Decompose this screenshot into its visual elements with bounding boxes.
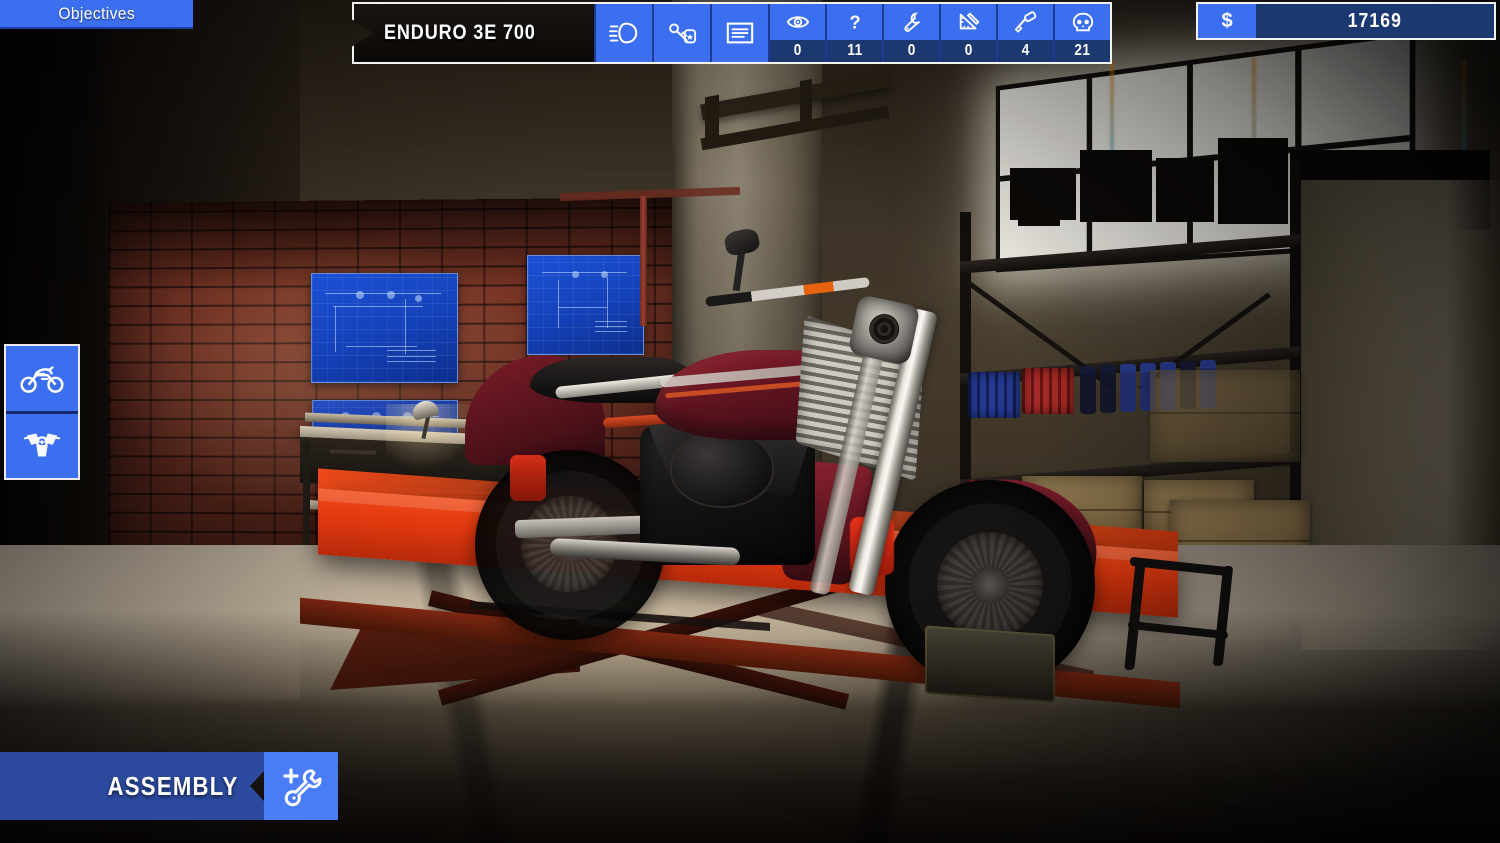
assembly-label: ASSEMBLY (107, 770, 239, 801)
counter-inspect[interactable]: 0 (768, 4, 825, 62)
keys-icon (669, 23, 697, 44)
garage-scene-3d (0, 0, 1500, 843)
counter-damaged[interactable]: 21 (1053, 4, 1110, 62)
svg-text:?: ? (849, 11, 860, 32)
order-list-icon (726, 22, 754, 44)
beam-support (800, 78, 812, 126)
counter-value-wrap: 21 (1055, 40, 1110, 62)
counter-value: 0 (793, 42, 802, 59)
rear-caliper (510, 455, 546, 501)
counter-measure[interactable]: 0 (939, 4, 996, 62)
ruler-icon (959, 12, 980, 30)
game-screen: Objectives ENDURO 3E 700 0 ? 11 0 0 4 21… (0, 0, 1500, 843)
counter-value-wrap: 11 (827, 40, 882, 62)
vehicle-name-field: ENDURO 3E 700 (354, 4, 594, 62)
counter-value-wrap: 0 (770, 40, 825, 62)
motorcycle-3d (455, 225, 1145, 703)
vehicle-hud-panel: ENDURO 3E 700 0 ? 11 0 0 4 21 (352, 2, 1112, 64)
mirror (722, 226, 762, 258)
counter-value: 11 (846, 42, 863, 59)
counter-paint[interactable]: 4 (996, 4, 1053, 62)
counter-icon-wrap (998, 4, 1053, 40)
headlight-housing (847, 294, 921, 366)
sidebar-item-motorcycle-view[interactable] (6, 346, 78, 411)
counter-icon-wrap: ? (827, 4, 882, 40)
handlebar (705, 276, 870, 308)
cardboard-box (1150, 370, 1300, 462)
keys-button[interactable] (652, 4, 710, 62)
blueprint-lines (320, 282, 449, 374)
eye-icon (786, 16, 809, 28)
blueprint-poster (311, 273, 458, 383)
assembly-icon-box[interactable] (264, 752, 338, 820)
assembly-label-panel: ASSEMBLY (0, 752, 264, 820)
skull-icon (1072, 12, 1093, 32)
counter-unknown[interactable]: ? 11 (825, 4, 882, 62)
counter-value-wrap: 0 (941, 40, 996, 62)
counter-value: 21 (1074, 42, 1091, 59)
currency-symbol: $ (1198, 4, 1256, 38)
objectives-label: Objectives (58, 3, 135, 23)
counter-value: 0 (907, 42, 916, 59)
headlight-icon (609, 22, 638, 44)
counter-icon-wrap (884, 4, 939, 40)
paint-roller-icon (1014, 11, 1036, 33)
engine-icon (23, 433, 61, 457)
workbench-leg (303, 441, 310, 559)
counter-icon-wrap (770, 4, 825, 40)
headlight-toggle-button[interactable] (594, 4, 652, 62)
vehicle-name: ENDURO 3E 700 (384, 21, 536, 44)
money-panel: $ 17169 (1196, 2, 1496, 40)
sidebar-item-engine-view[interactable] (6, 410, 78, 478)
wrench-icon (903, 12, 920, 32)
air-cleaner (670, 430, 774, 508)
money-amount-wrap: 17169 (1256, 4, 1494, 38)
question-icon: ? (849, 11, 860, 32)
view-mode-sidebar (4, 344, 80, 480)
counter-icon-wrap (941, 4, 996, 40)
wrench-plus-icon (283, 768, 322, 807)
counter-icon-wrap (1055, 4, 1110, 40)
counter-value: 0 (964, 42, 973, 59)
counter-value: 4 (1021, 42, 1030, 59)
front-hub (971, 566, 1009, 604)
counter-value-wrap: 4 (998, 40, 1053, 62)
assembly-button[interactable]: ASSEMBLY (0, 752, 338, 820)
beam-support (705, 94, 719, 142)
counter-repair[interactable]: 0 (882, 4, 939, 62)
order-list-button[interactable] (710, 4, 768, 62)
motorcycle-icon (20, 366, 64, 394)
counter-value-wrap: 0 (884, 40, 939, 62)
money-amount: 17169 (1347, 9, 1403, 32)
objectives-tab[interactable]: Objectives (0, 0, 193, 29)
